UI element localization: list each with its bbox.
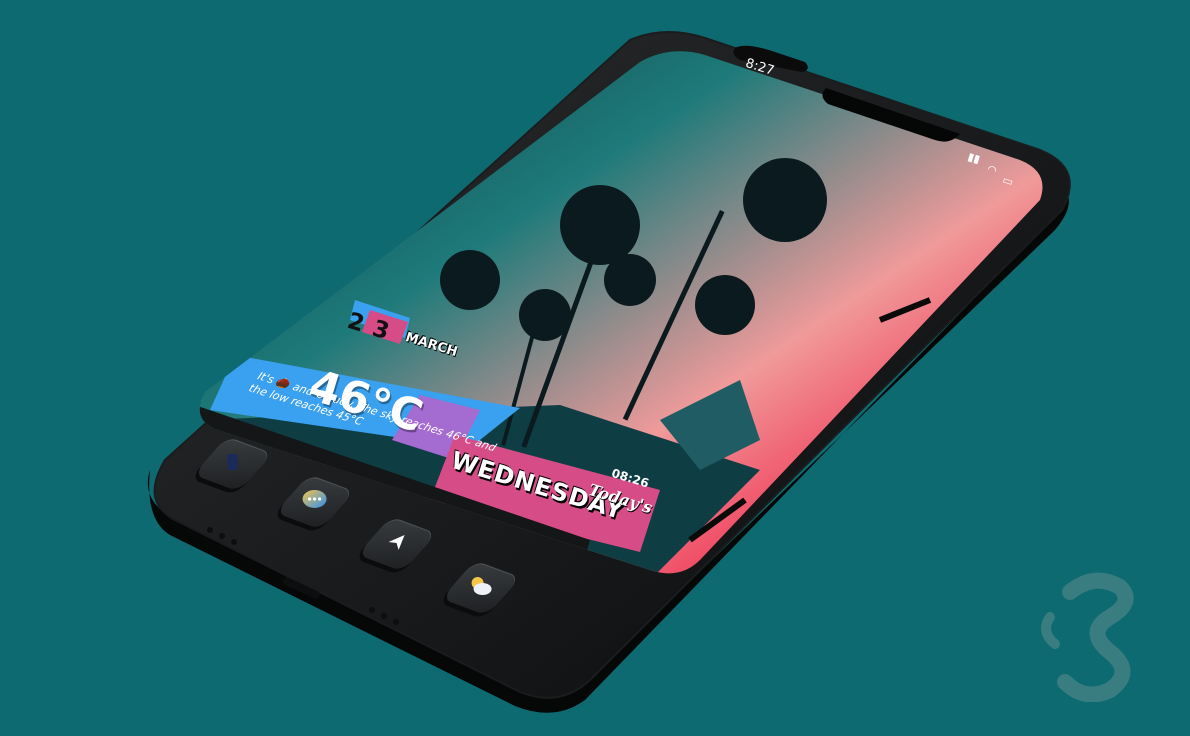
battery-icon: ▭ bbox=[1000, 173, 1015, 189]
phone-icon bbox=[223, 452, 243, 477]
wifi-icon: ◠ bbox=[985, 162, 999, 178]
maps-icon bbox=[387, 532, 407, 557]
messages-icon bbox=[302, 489, 328, 516]
watermark-logo bbox=[1041, 572, 1134, 702]
phone-mockup bbox=[147, 30, 1071, 713]
signal-icon: ▮▮ bbox=[966, 150, 982, 166]
weather-icon bbox=[468, 575, 494, 602]
scene: 8:27 ▮▮ ◠ ▭ 2 3 MARCH 46°C It's 🌰 and Cl… bbox=[0, 0, 1190, 736]
